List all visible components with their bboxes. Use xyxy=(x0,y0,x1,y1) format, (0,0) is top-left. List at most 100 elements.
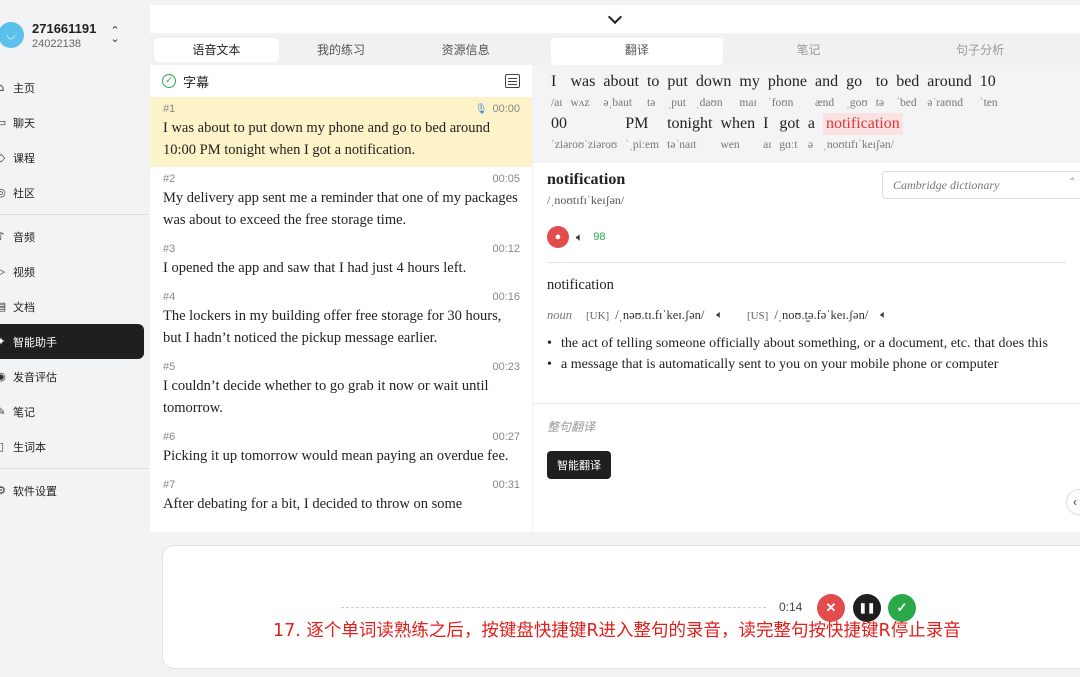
segment-time: 00:00 xyxy=(492,103,520,115)
sentence-word[interactable]: was wʌz xyxy=(571,71,596,113)
sentence-word[interactable]: around əˈraʊnd xyxy=(927,71,971,113)
segment-time: 00:31 xyxy=(492,479,520,491)
sidebar-item[interactable]: ◉ 发音评估 xyxy=(0,359,148,394)
definition: a message that is automatically sent to … xyxy=(547,354,1066,375)
speaker-icon[interactable]: 🔈︎ xyxy=(576,230,583,245)
sentence-word[interactable]: about əˌbaut xyxy=(603,71,639,113)
word-text: down xyxy=(695,73,732,90)
sentence-word[interactable]: 00 ˈziəroʊˈziəroʊ xyxy=(551,113,617,155)
wordbook-icon: ▯ xyxy=(0,440,5,453)
sentence-word[interactable]: down ˌdaʊn xyxy=(696,71,732,113)
sentence-word[interactable]: bed ˈbed xyxy=(896,71,919,113)
expand-collapse-icon[interactable]: ⌃ ⌄ xyxy=(110,26,119,45)
word-text: about xyxy=(603,73,639,90)
word-text: phone xyxy=(767,73,807,90)
part-of-speech: noun xyxy=(547,308,572,322)
sidebar-item-label: 音频 xyxy=(13,230,35,244)
smart-translate-button[interactable]: 智能翻译 xyxy=(547,451,611,479)
transcript-segment[interactable]: #7 00:31 After debating for a bit, I decid… xyxy=(150,473,532,521)
home-icon: ⌂ xyxy=(0,81,5,94)
transcript-segment[interactable]: #4 00:16 The lockers in my building offer … xyxy=(150,285,532,355)
sentence-word[interactable]: Iaɪ xyxy=(763,113,771,155)
dict-ipa: /ˌnoʊtɪfɪˈkeɪʃən/ xyxy=(547,193,625,207)
word-text: my xyxy=(739,73,760,90)
word-ipa: tə xyxy=(875,97,885,109)
confirm-recording-button[interactable]: ✓ xyxy=(888,594,916,622)
transcript-segment[interactable]: #2 00:05 My delivery app sent me a reminde… xyxy=(150,167,532,237)
sidebar-item[interactable]: ◎ 社区 xyxy=(0,175,148,210)
sentence-word[interactable]: phone ˈfoʊn xyxy=(768,71,807,113)
tab[interactable]: 句子分析 xyxy=(894,38,1066,65)
sidebar-item[interactable]: ▷ 视频 xyxy=(0,254,148,289)
sidebar: ◡ 271661191 24022138 ⌃ ⌄ ⌂ 主页 ▭ 聊天 ◇ 课程 ◎ 社区 ♪ 音频 ▷… xyxy=(0,0,148,677)
sidebar-item[interactable]: ▭ 聊天 xyxy=(0,105,148,140)
cancel-recording-button[interactable]: ✕ xyxy=(817,594,845,622)
segment-list: #1 🎙︎ 00:00 I was about to put down my phon… xyxy=(150,97,532,521)
microphone-icon[interactable]: ● xyxy=(547,226,569,248)
sentence-word[interactable]: PM ˈˌpiːem xyxy=(625,113,659,155)
recording-time: 0:14 xyxy=(779,600,803,614)
sentence-word[interactable]: my maɪ xyxy=(739,71,759,113)
graduation-cap-icon: ◇ xyxy=(0,151,6,164)
sidebar-item-label: 主页 xyxy=(13,81,35,95)
tab[interactable]: 语音文本 xyxy=(154,38,279,62)
transcript-segment[interactable]: #5 00:23 I couldn’t decide whether to go g… xyxy=(150,355,532,425)
sentence-word[interactable]: I/aɪ xyxy=(551,71,563,113)
sentence-word[interactable]: to tə xyxy=(876,71,888,113)
community-icon: ◎ xyxy=(0,186,6,199)
word-text: 10 xyxy=(979,73,996,90)
segment-number: #6 xyxy=(163,431,176,443)
sentence-word[interactable]: notification ˌnoʊtɪfɪˈkeɪʃən/ xyxy=(822,113,903,155)
dictionary-select[interactable]: Cambridge dictionary xyxy=(882,170,1080,199)
uk-label: [UK] xyxy=(586,309,610,322)
word-ipa: ˈfoʊn xyxy=(767,97,794,109)
uk-speaker-icon[interactable]: 🔈︎ xyxy=(716,309,723,322)
list-icon[interactable] xyxy=(505,74,520,88)
avatar: ◡ xyxy=(0,22,24,48)
sentence-word[interactable]: aə xyxy=(808,113,815,155)
sentence-word[interactable]: and ænd xyxy=(815,71,838,113)
word-ipa: tə xyxy=(646,97,656,109)
segment-text: The lockers in my building offer free st… xyxy=(163,308,502,346)
word-text: and xyxy=(814,73,839,90)
chevron-left-icon[interactable]: ‹ xyxy=(1066,489,1080,515)
chevron-down-icon[interactable] xyxy=(607,9,623,24)
sentence-word[interactable]: go ˌgoʊ xyxy=(846,71,868,113)
us-speaker-icon[interactable]: 🔈︎ xyxy=(880,309,887,322)
transcript-segment[interactable]: #1 🎙︎ 00:00 I was about to put down my phon… xyxy=(150,97,532,167)
tab[interactable]: 翻译 xyxy=(551,38,723,65)
sidebar-item[interactable]: ▤ 文档 xyxy=(0,289,148,324)
sidebar-item-label: 文档 xyxy=(13,300,35,314)
sidebar-item[interactable]: ✦ 智能助手 xyxy=(0,324,144,359)
sidebar-item-label: 软件设置 xyxy=(13,484,57,498)
recording-bar: 0:14 ✕ ❚❚ ✓ xyxy=(162,545,1080,669)
divider xyxy=(533,403,1080,404)
tab[interactable]: 笔记 xyxy=(723,38,895,65)
segment-time: 00:23 xyxy=(492,361,520,373)
sidebar-item[interactable]: ♪ 音频 xyxy=(0,219,148,254)
transcript-segment[interactable]: #6 00:27 Picking it up tomorrow would mean… xyxy=(150,425,532,473)
sentence-word[interactable]: when wen xyxy=(720,113,755,155)
sidebar-item-label: 课程 xyxy=(13,151,35,165)
sidebar-item[interactable]: ⚙ 软件设置 xyxy=(0,473,148,508)
word-ipa: wʌz xyxy=(570,97,590,109)
sidebar-item[interactable]: ◇ 课程 xyxy=(0,140,148,175)
word-ipa: təˈnaɪt xyxy=(667,139,697,151)
detail-tabs: 翻译 笔记 句子分析 xyxy=(533,35,1080,65)
sidebar-item[interactable]: ▯ 生词本 xyxy=(0,429,148,464)
sentence-word[interactable]: 10 ˈten xyxy=(980,71,998,113)
transcript-segment[interactable]: #3 00:12 I opened the app and saw that I h… xyxy=(150,237,532,285)
sentence-word[interactable]: put ˌput xyxy=(667,71,687,113)
sidebar-item[interactable]: ⌂ 主页 xyxy=(0,70,148,105)
profile[interactable]: ◡ 271661191 24022138 ⌃ ⌄ xyxy=(0,0,148,70)
tab[interactable]: 我的练习 xyxy=(279,38,404,62)
sentence-word[interactable]: got gɑːt xyxy=(779,113,799,155)
sentence-word[interactable]: to tə xyxy=(647,71,659,113)
tab[interactable]: 资源信息 xyxy=(403,38,528,62)
word-ipa: ə xyxy=(807,139,813,151)
detail-panel: 翻译 笔记 句子分析 I/aɪ was wʌz about əˌbaut to tə put ˌpu… xyxy=(533,35,1080,532)
sidebar-item[interactable]: ✎ 笔记 xyxy=(0,394,148,429)
pause-recording-button[interactable]: ❚❚ xyxy=(853,594,881,622)
sentence-word[interactable]: tonight təˈnaɪt xyxy=(667,113,712,155)
segment-time: 00:12 xyxy=(492,243,520,255)
